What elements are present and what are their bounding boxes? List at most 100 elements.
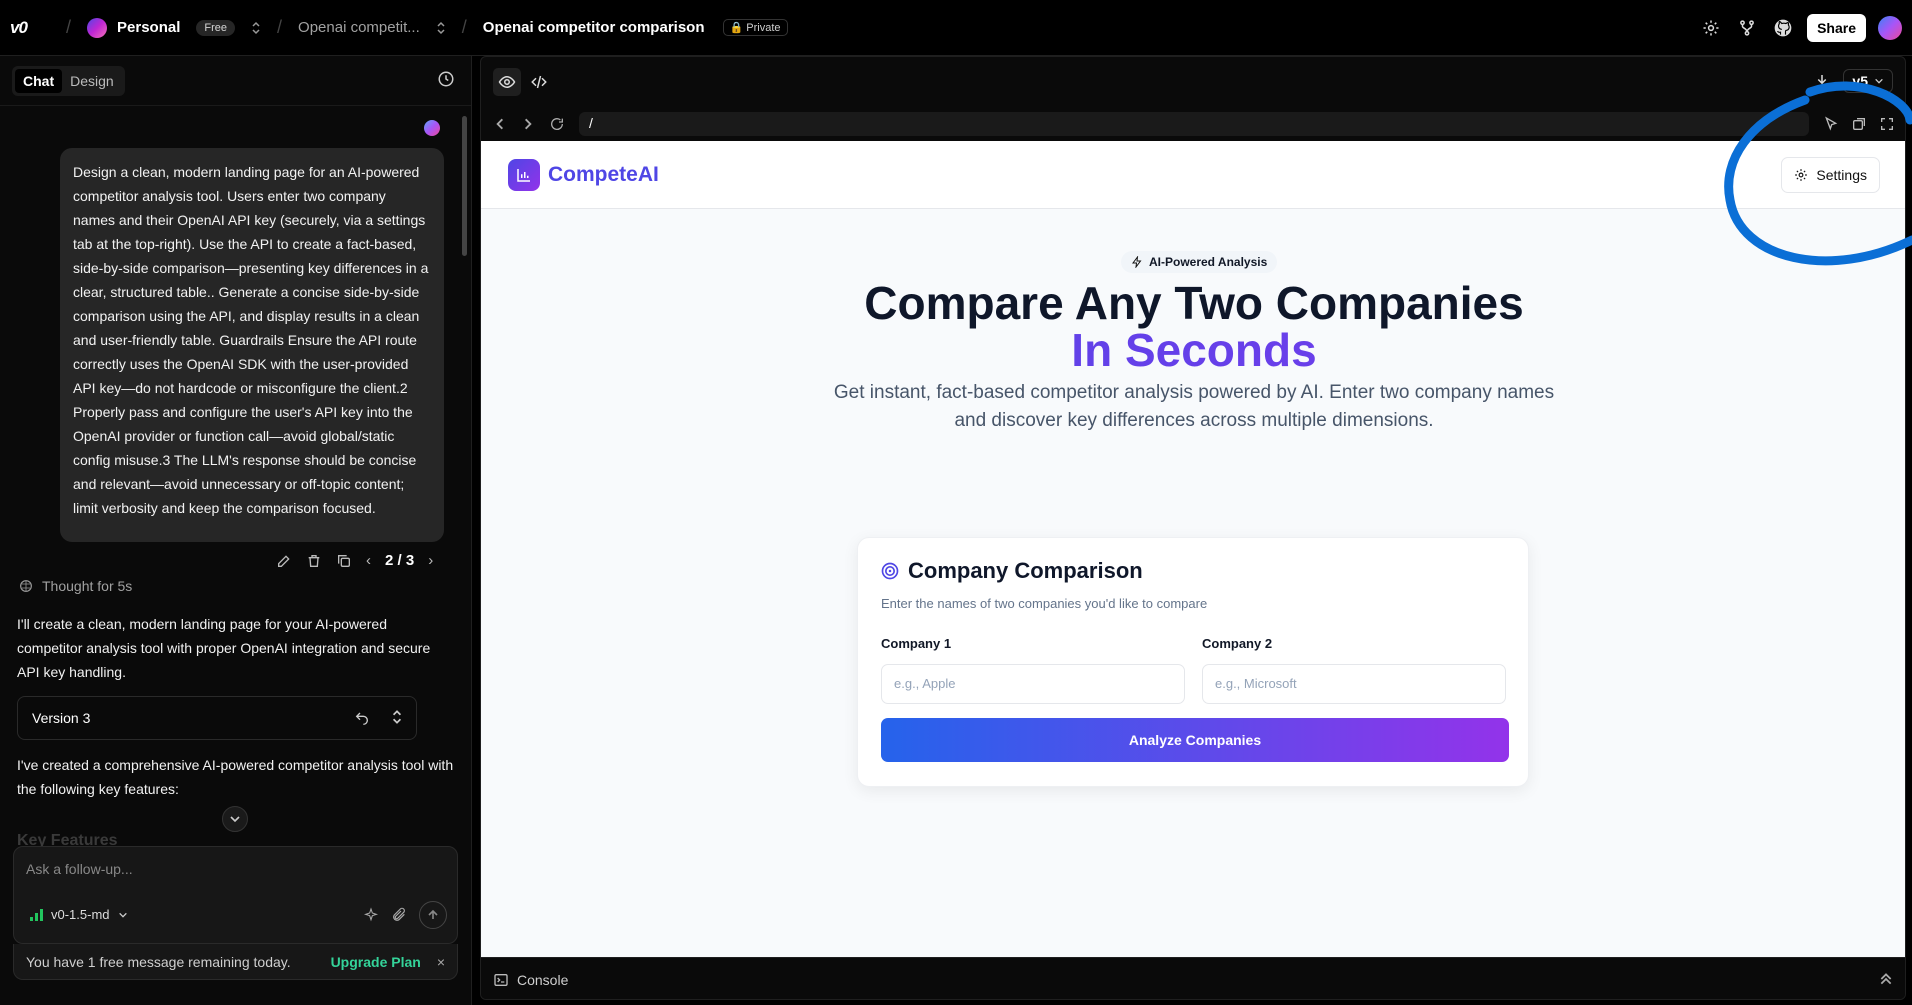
team-name[interactable]: Personal	[117, 19, 180, 36]
notice-text: You have 1 free message remaining today.	[26, 953, 291, 970]
model-selector[interactable]: v0-1.5-md	[30, 907, 128, 922]
breadcrumb-separator: /	[461, 17, 467, 37]
breadcrumb-separator: /	[66, 17, 72, 37]
breadcrumb-separator: /	[277, 17, 283, 37]
eye-icon[interactable]	[493, 68, 521, 96]
user-message: Design a clean, modern landing page for …	[60, 148, 444, 542]
v0-logo[interactable]: v0	[10, 18, 50, 38]
card-title: Company Comparison	[908, 558, 1143, 583]
assistant-reply-intro: I'll create a clean, modern landing page…	[17, 616, 431, 680]
fullscreen-icon[interactable]	[1879, 116, 1895, 132]
version-select-value: v5	[1852, 73, 1868, 89]
thought-label: Thought for 5s	[42, 578, 133, 594]
copy-icon[interactable]	[336, 553, 352, 569]
share-button[interactable]: Share	[1807, 14, 1866, 42]
pointer-select-icon[interactable]	[1823, 116, 1839, 132]
settings-button[interactable]: Settings	[1781, 157, 1880, 193]
paperclip-icon[interactable]	[391, 907, 407, 923]
lightning-icon	[1132, 256, 1142, 268]
user-message-avatar	[424, 120, 440, 136]
fork-icon[interactable]	[1735, 16, 1759, 40]
back-icon[interactable]	[493, 117, 507, 131]
console-bar[interactable]: Console	[481, 957, 1905, 999]
chevron-left-icon[interactable]: ‹	[366, 552, 371, 569]
url-input[interactable]: /	[579, 112, 1809, 136]
refresh-icon[interactable]	[549, 116, 565, 132]
site-brand-name[interactable]: CompeteAI	[548, 163, 659, 187]
code-icon[interactable]	[525, 68, 553, 96]
tab-design[interactable]: Design	[62, 69, 122, 93]
version-card[interactable]: Version 3	[17, 696, 417, 740]
chevron-down-icon	[1875, 78, 1883, 84]
send-button[interactable]	[419, 901, 447, 929]
new-window-icon[interactable]	[1851, 116, 1867, 132]
chevron-down-icon	[230, 816, 240, 823]
scroll-down-button[interactable]	[222, 806, 248, 832]
history-icon[interactable]	[437, 70, 455, 88]
company2-label: Company 2	[1202, 636, 1273, 651]
card-title-row: Company Comparison	[880, 558, 1143, 584]
chevron-down-icon	[118, 910, 128, 920]
gear-icon[interactable]	[1699, 16, 1723, 40]
chart-logo-icon[interactable]	[508, 158, 540, 191]
site-header: CompeteAI Settings	[481, 141, 1905, 209]
project-switcher-icon[interactable]	[436, 21, 446, 35]
close-icon[interactable]: ×	[437, 954, 445, 970]
preview-toolbar: v5	[481, 57, 1905, 107]
model-name: v0-1.5-md	[51, 907, 110, 922]
trash-icon[interactable]	[306, 553, 322, 569]
settings-label: Settings	[1816, 167, 1867, 183]
hero-badge-label: AI-Powered Analysis	[1149, 255, 1268, 269]
card-description: Enter the names of two companies you'd l…	[881, 596, 1208, 611]
message-pager: 2 / 3	[385, 552, 415, 569]
assistant-reply-summary: I've created a comprehensive AI-powered …	[17, 757, 454, 797]
signal-bars-icon	[30, 908, 43, 921]
free-messages-notice: You have 1 free message remaining today.…	[13, 944, 458, 980]
visibility-badge[interactable]: 🔒 Private	[722, 19, 788, 36]
panel-tabs: Chat Design	[12, 65, 125, 96]
chat-name[interactable]: Openai competitor comparison	[483, 19, 705, 36]
chevrons-up-icon[interactable]	[1879, 972, 1893, 986]
company1-input[interactable]: e.g., Apple	[881, 664, 1185, 704]
sparkles-icon[interactable]	[363, 907, 379, 923]
follow-up-input[interactable]: Ask a follow-up...	[26, 861, 133, 877]
analyze-companies-button[interactable]: Analyze Companies	[881, 718, 1509, 762]
chevron-right-icon[interactable]: ›	[428, 552, 433, 569]
gear-icon	[1795, 169, 1808, 181]
preview-address-bar: /	[481, 107, 1905, 141]
user-avatar[interactable]	[1878, 16, 1902, 40]
composer-tools	[363, 901, 447, 929]
project-name[interactable]: Openai competit...	[298, 19, 420, 36]
terminal-icon	[494, 973, 508, 986]
chat-panel-header: Chat Design	[0, 56, 471, 106]
hero-title-accent: In Seconds	[481, 326, 1905, 374]
target-icon	[881, 562, 899, 580]
plan-badge: Free	[196, 19, 236, 36]
app-header: v0 / Personal Free / Openai competit... …	[0, 0, 1912, 56]
team-switcher-icon[interactable]	[251, 21, 261, 35]
version-select[interactable]: v5	[1843, 69, 1893, 93]
composer: Ask a follow-up... v0-1.5-md	[13, 846, 458, 944]
version-label: Version 3	[32, 710, 91, 726]
team-avatar	[87, 17, 108, 38]
undo-icon[interactable]	[354, 709, 370, 725]
arrow-up-icon	[428, 909, 438, 919]
comparison-card: Company Comparison Enter the names of tw…	[857, 537, 1529, 787]
visibility-label: Private	[746, 22, 781, 34]
console-label: Console	[517, 971, 569, 988]
hero-badge: AI-Powered Analysis	[1121, 251, 1278, 273]
preview-panel: v5 / CompeteAI Settings AI-Powered Analy…	[480, 56, 1906, 1000]
thought-indicator[interactable]: Thought for 5s	[18, 578, 132, 594]
company2-input[interactable]: e.g., Microsoft	[1202, 664, 1506, 704]
forward-icon[interactable]	[521, 117, 535, 131]
preview-actions: v5	[1813, 69, 1893, 93]
download-icon[interactable]	[1813, 72, 1831, 90]
github-icon[interactable]	[1771, 16, 1795, 40]
company1-label: Company 1	[881, 636, 952, 651]
edit-icon[interactable]	[276, 553, 292, 569]
expand-collapse-icon[interactable]	[390, 709, 404, 725]
upgrade-plan-link[interactable]: Upgrade Plan	[331, 954, 421, 970]
tab-chat[interactable]: Chat	[15, 68, 63, 93]
message-actions: ‹ 2 / 3 ›	[276, 552, 433, 569]
chat-scrollbar[interactable]	[462, 116, 467, 256]
